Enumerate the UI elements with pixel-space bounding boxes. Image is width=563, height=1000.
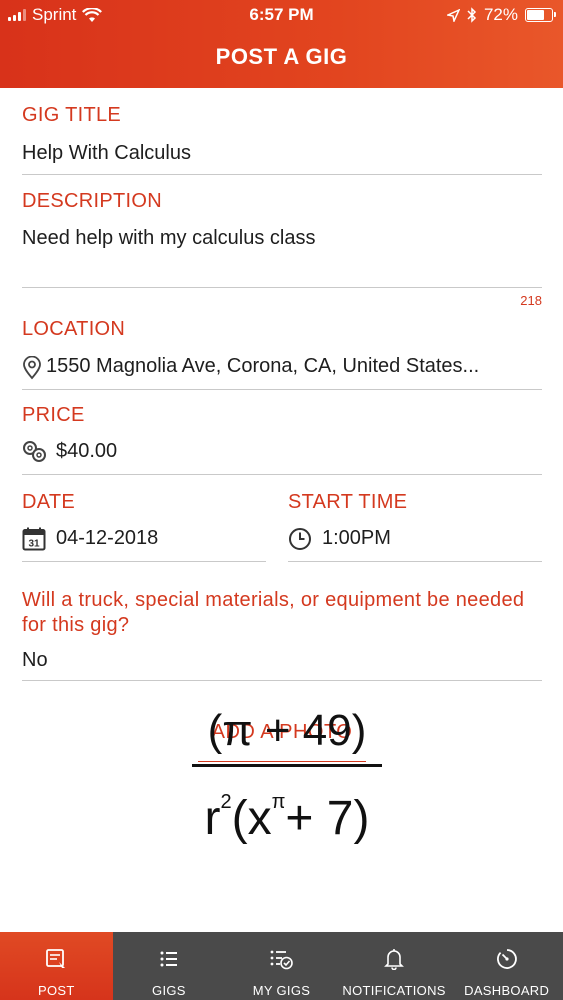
post-icon: [46, 949, 66, 968]
description-char-count: 218: [520, 293, 542, 308]
formula-den-tail: + 7): [285, 791, 370, 845]
start-time-field[interactable]: START TIME 1:00PM: [288, 491, 542, 562]
formula-den-rest: (x: [231, 791, 272, 845]
equipment-question-field[interactable]: Will a truck, special materials, or equi…: [22, 588, 542, 681]
bluetooth-icon: [467, 7, 477, 23]
location-arrow-icon: [446, 8, 460, 22]
formula-den-exp2: π: [271, 790, 286, 813]
date-row[interactable]: 31 04-12-2018: [22, 527, 266, 562]
equipment-question-input[interactable]: No: [22, 649, 542, 681]
tab-dashboard-label: DASHBOARD: [464, 983, 550, 998]
battery-fill: [527, 10, 545, 20]
status-right: 72%: [446, 5, 556, 25]
start-time-label: START TIME: [288, 491, 408, 513]
start-time-row[interactable]: 1:00PM: [288, 527, 542, 562]
location-row[interactable]: 1550 Magnolia Ave, Corona, CA, United St…: [22, 355, 542, 390]
location-label: LOCATION: [22, 318, 126, 340]
formula-numerator: (π + 49): [207, 706, 367, 755]
date-label: DATE: [22, 491, 76, 513]
description-input[interactable]: Need help with my calculus class: [22, 227, 542, 288]
price-label: PRICE: [22, 404, 85, 426]
location-field[interactable]: LOCATION 1550 Magnolia Ave, Corona, CA, …: [22, 318, 542, 390]
battery-icon: [525, 8, 556, 22]
tab-gigs[interactable]: GIGS: [113, 932, 226, 1000]
map-pin-icon: [23, 356, 41, 380]
formula-fraction-bar: [192, 764, 382, 767]
tab-my-gigs[interactable]: MY GIGS: [225, 932, 338, 1000]
formula-denominator: r2(xπ+ 7): [192, 773, 382, 845]
date-input[interactable]: 04-12-2018: [56, 527, 158, 550]
app-header: Sprint 6:57 PM 72% POST A GIG: [0, 0, 563, 88]
start-time-input[interactable]: 1:00PM: [322, 527, 391, 550]
description-label: DESCRIPTION: [22, 190, 162, 212]
bell-icon: [384, 949, 405, 970]
price-row[interactable]: $40.00: [22, 440, 542, 475]
tab-my-gigs-label: MY GIGS: [252, 983, 311, 998]
date-field[interactable]: DATE 31 04-12-2018: [22, 491, 266, 562]
battery-percent: 72%: [483, 5, 518, 24]
tab-post[interactable]: POST: [0, 932, 113, 1000]
page-title: POST A GIG: [215, 44, 348, 69]
description-field[interactable]: DESCRIPTION Need help with my calculus c…: [22, 190, 542, 288]
coins-icon: [23, 441, 46, 462]
tab-notifications-label: NOTIFICATIONS: [342, 983, 446, 998]
uploaded-photo[interactable]: (π + 49) r2(xπ+ 7): [170, 706, 410, 936]
tab-notifications[interactable]: NOTIFICATIONS: [338, 932, 451, 1000]
price-field[interactable]: PRICE $40.00: [22, 404, 542, 475]
tab-bar: POST GIGS MY GIGS NOTIFICATIONS DASHBOAR…: [0, 932, 563, 1000]
tab-gigs-label: GIGS: [152, 983, 186, 998]
formula-den-exp: 2: [220, 790, 232, 813]
equipment-question-label: Will a truck, special materials, or equi…: [22, 589, 525, 636]
gig-title-field[interactable]: GIG TITLE Help With Calculus: [22, 104, 542, 175]
clock-icon: [289, 528, 311, 550]
gig-title-input[interactable]: Help With Calculus: [22, 142, 542, 175]
price-input[interactable]: $40.00: [56, 440, 117, 463]
tab-post-label: POST: [37, 983, 75, 998]
formula-den-base: r: [204, 791, 221, 845]
location-input[interactable]: 1550 Magnolia Ave, Corona, CA, United St…: [46, 355, 479, 378]
checklist-icon: [271, 950, 294, 970]
calendar-icon: 31: [22, 527, 46, 551]
gig-title-label: GIG TITLE: [22, 104, 122, 126]
tab-dashboard[interactable]: DASHBOARD: [450, 932, 563, 1000]
calendar-day: 31: [28, 539, 40, 550]
status-bar: Sprint 6:57 PM 72%: [0, 0, 563, 30]
formula-image: (π + 49) r2(xπ+ 7): [192, 706, 382, 845]
list-icon: [160, 951, 177, 967]
dashboard-icon: [496, 949, 517, 969]
